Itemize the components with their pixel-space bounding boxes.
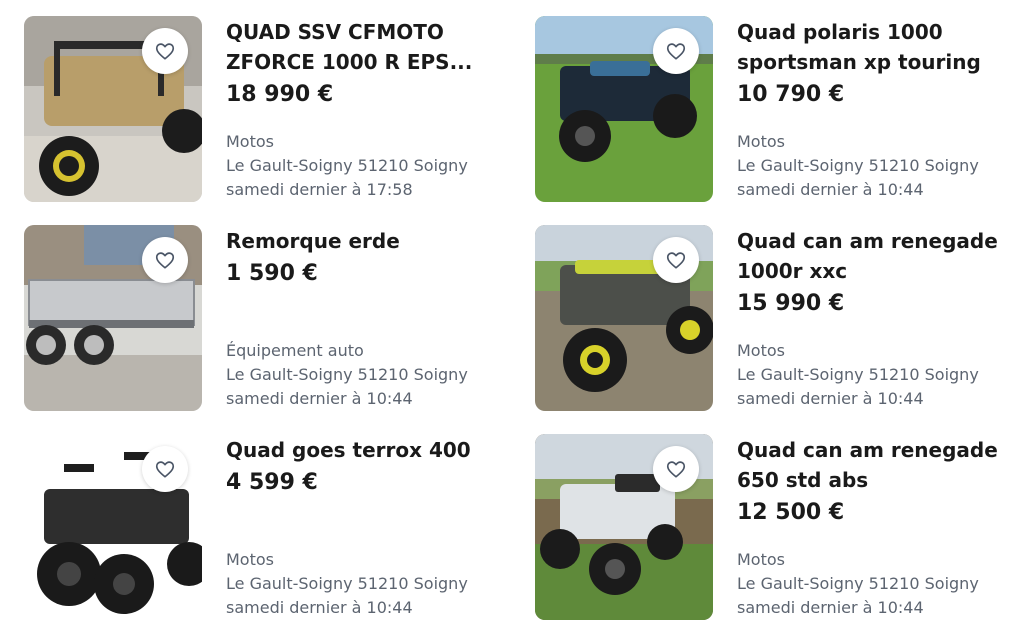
listing-info: Quad polaris 1000 sportsman xp touring 1… — [737, 16, 1022, 202]
favorite-button[interactable] — [142, 28, 188, 74]
heart-outline-icon — [666, 252, 686, 269]
listing-thumbnail[interactable] — [535, 16, 713, 202]
listing-date: samedi dernier à 10:44 — [737, 598, 924, 617]
listing-category: Motos — [737, 550, 785, 569]
listing-category: Motos — [737, 341, 785, 360]
listing-info: Quad can am renegade 1000r xxc 15 990 € … — [737, 225, 1022, 411]
listing-date: samedi dernier à 10:44 — [737, 180, 924, 199]
listing-category: Équipement auto — [226, 341, 364, 360]
listing-date: samedi dernier à 17:58 — [226, 180, 413, 199]
listing-date: samedi dernier à 10:44 — [226, 598, 413, 617]
listing-location: Le Gault-Soigny 51210 Soigny — [737, 156, 979, 175]
listing-meta: Équipement auto Le Gault-Soigny 51210 So… — [226, 339, 468, 411]
listing-category: Motos — [226, 550, 274, 569]
listing-card[interactable]: QUAD SSV CFMOTO ZFORCE 1000 R EPS... 18 … — [24, 16, 514, 202]
listing-price: 1 590 € — [226, 261, 318, 286]
listing-price: 4 599 € — [226, 470, 318, 495]
listing-meta: Motos Le Gault-Soigny 51210 Soigny samed… — [226, 548, 468, 620]
listing-thumbnail[interactable] — [535, 225, 713, 411]
listing-thumbnail[interactable] — [24, 434, 202, 620]
favorite-button[interactable] — [653, 28, 699, 74]
listing-price: 10 790 € — [737, 82, 845, 107]
heart-outline-icon — [666, 43, 686, 60]
listing-meta: Motos Le Gault-Soigny 51210 Soigny samed… — [737, 339, 979, 411]
listing-date: samedi dernier à 10:44 — [226, 389, 413, 408]
listing-meta: Motos Le Gault-Soigny 51210 Soigny samed… — [737, 548, 979, 620]
heart-outline-icon — [155, 252, 175, 269]
listing-price: 12 500 € — [737, 500, 845, 525]
heart-outline-icon — [155, 461, 175, 478]
listing-thumbnail[interactable] — [535, 434, 713, 620]
listing-card[interactable]: Remorque erde 1 590 € Équipement auto Le… — [24, 225, 514, 411]
listing-date: samedi dernier à 10:44 — [737, 389, 924, 408]
listing-title[interactable]: Quad can am renegade 1000r xxc — [737, 226, 1022, 286]
listing-info: Remorque erde 1 590 € Équipement auto Le… — [226, 225, 511, 411]
favorite-button[interactable] — [142, 237, 188, 283]
listing-info: QUAD SSV CFMOTO ZFORCE 1000 R EPS... 18 … — [226, 16, 511, 202]
listing-category: Motos — [226, 132, 274, 151]
listing-info: Quad can am renegade 650 std abs 12 500 … — [737, 434, 1022, 620]
listing-location: Le Gault-Soigny 51210 Soigny — [737, 574, 979, 593]
listing-card[interactable]: Quad goes terrox 400 4 599 € Motos Le Ga… — [24, 434, 514, 620]
listing-price: 15 990 € — [737, 291, 845, 316]
listing-thumbnail[interactable] — [24, 16, 202, 202]
listing-thumbnail[interactable] — [24, 225, 202, 411]
listing-title[interactable]: Quad can am renegade 650 std abs — [737, 435, 1022, 495]
listing-title[interactable]: Quad goes terrox 400 — [226, 435, 511, 465]
heart-outline-icon — [155, 43, 175, 60]
listing-category: Motos — [737, 132, 785, 151]
favorite-button[interactable] — [653, 446, 699, 492]
favorite-button[interactable] — [142, 446, 188, 492]
listing-title[interactable]: QUAD SSV CFMOTO ZFORCE 1000 R EPS... — [226, 17, 511, 77]
listing-location: Le Gault-Soigny 51210 Soigny — [226, 574, 468, 593]
listing-grid: QUAD SSV CFMOTO ZFORCE 1000 R EPS... 18 … — [0, 0, 1024, 629]
listing-title[interactable]: Quad polaris 1000 sportsman xp touring — [737, 17, 1022, 77]
listing-price: 18 990 € — [226, 82, 334, 107]
listing-card[interactable]: Quad polaris 1000 sportsman xp touring 1… — [535, 16, 1024, 202]
heart-outline-icon — [666, 461, 686, 478]
favorite-button[interactable] — [653, 237, 699, 283]
listing-info: Quad goes terrox 400 4 599 € Motos Le Ga… — [226, 434, 511, 620]
listing-location: Le Gault-Soigny 51210 Soigny — [226, 156, 468, 175]
listing-card[interactable]: Quad can am renegade 650 std abs 12 500 … — [535, 434, 1024, 620]
listing-title[interactable]: Remorque erde — [226, 226, 511, 256]
listing-meta: Motos Le Gault-Soigny 51210 Soigny samed… — [737, 130, 979, 202]
listing-card[interactable]: Quad can am renegade 1000r xxc 15 990 € … — [535, 225, 1024, 411]
listing-location: Le Gault-Soigny 51210 Soigny — [226, 365, 468, 384]
listing-location: Le Gault-Soigny 51210 Soigny — [737, 365, 979, 384]
listing-meta: Motos Le Gault-Soigny 51210 Soigny samed… — [226, 130, 468, 202]
